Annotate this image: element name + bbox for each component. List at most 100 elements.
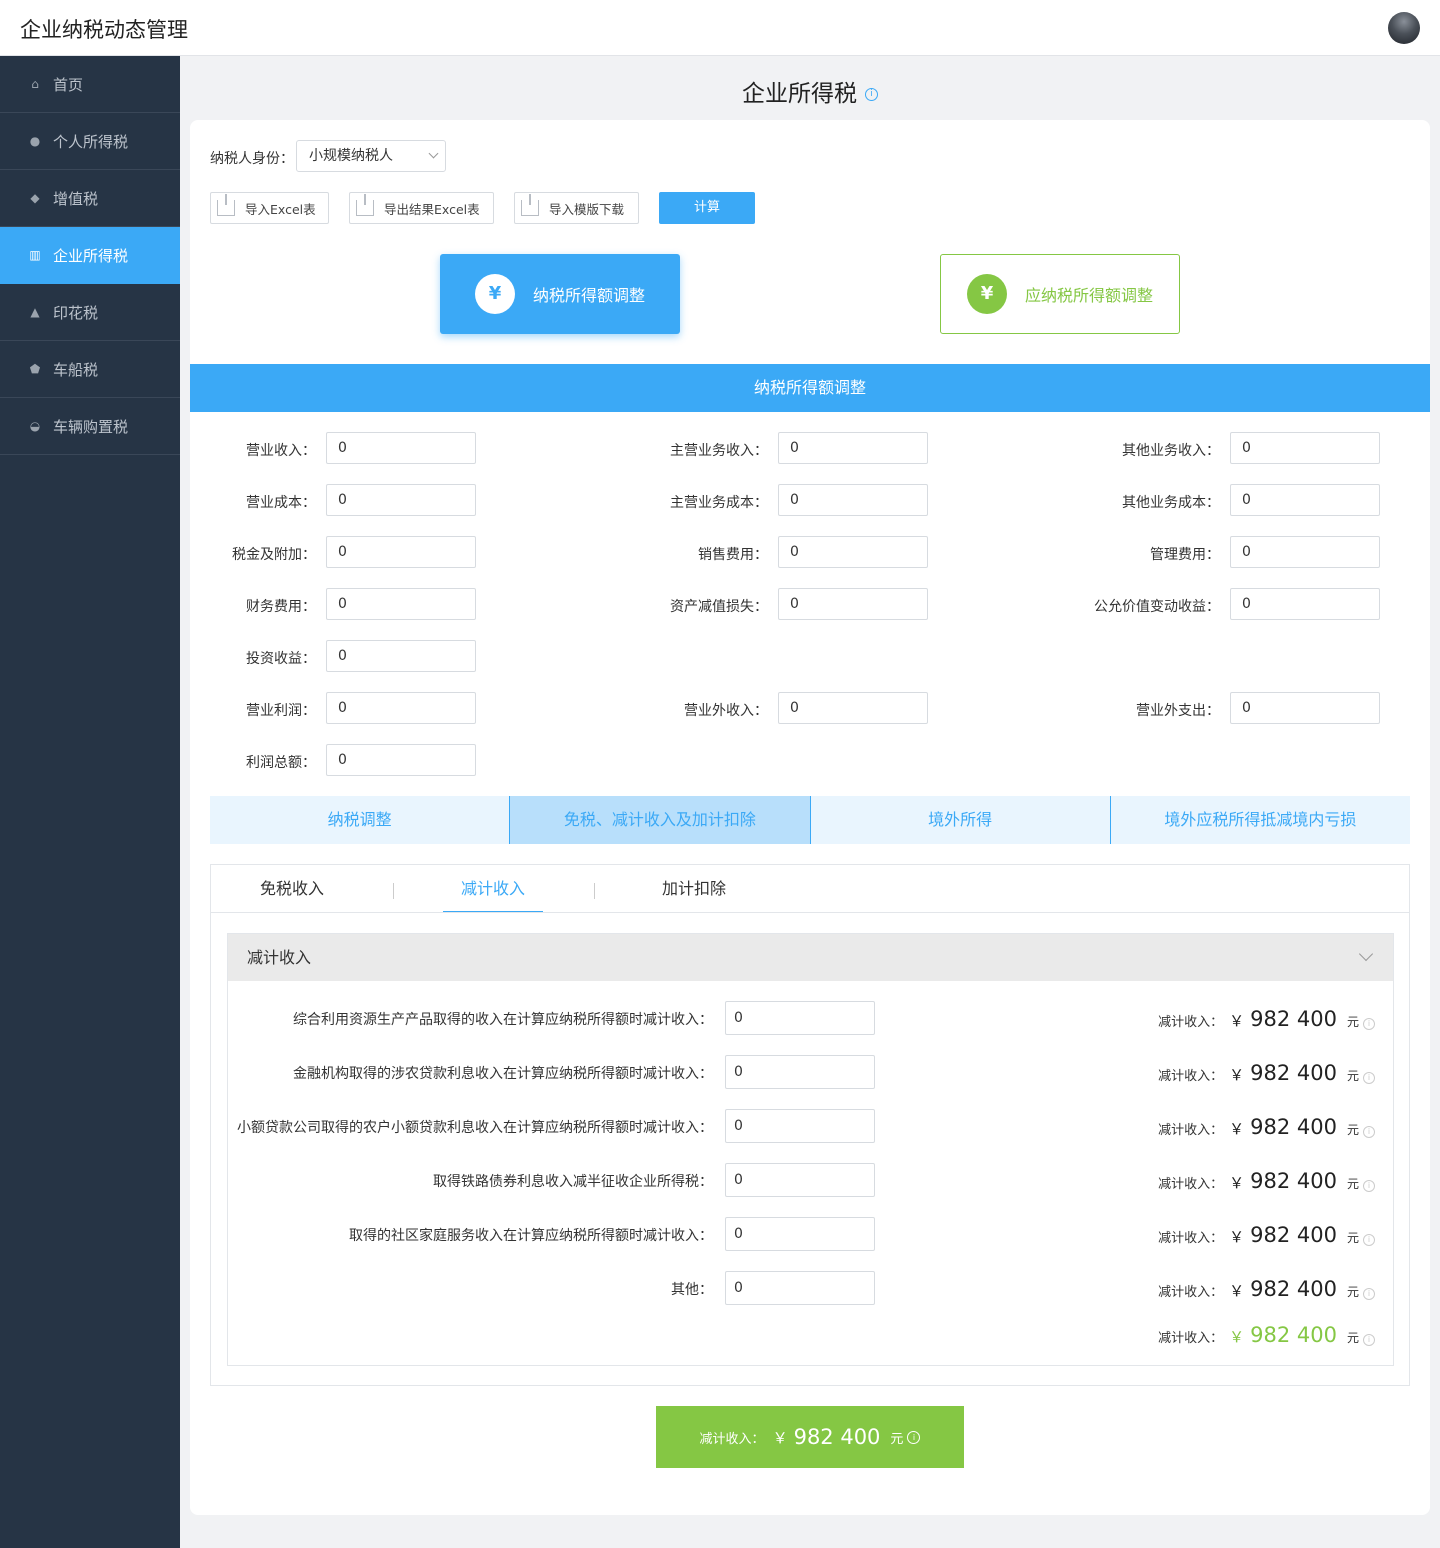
row-input[interactable]: 0 <box>725 1001 875 1035</box>
sidebar-item-label: 车辆购置税 <box>53 417 129 436</box>
info-icon[interactable]: i <box>1363 1180 1375 1192</box>
row-input[interactable]: 0 <box>725 1163 875 1197</box>
operating-cost-input[interactable]: 0 <box>326 484 476 516</box>
sidebar-item-personal-income-tax[interactable]: ● 个人所得税 <box>0 113 180 170</box>
section-header: 纳税所得额调整 <box>190 364 1430 412</box>
info-icon[interactable]: i <box>1363 1334 1375 1346</box>
result-amount: 982 400 <box>1250 1223 1337 1247</box>
non-operating-income-input[interactable]: 0 <box>778 692 928 724</box>
row-input[interactable]: 0 <box>725 1109 875 1143</box>
subtab-exempt-income[interactable]: 免税收入 <box>242 865 342 913</box>
row-input[interactable]: 0 <box>725 1217 875 1251</box>
tab-overseas-income[interactable]: 境外所得 <box>810 796 1111 844</box>
currency-symbol: ￥ <box>1229 1228 1245 1246</box>
row-result: 减计收入： ￥ 982 400 元 i <box>1158 1277 1375 1301</box>
reduction-panel: 免税收入 减计收入 加计扣除 减计收入 综合利用资源生产产品取得的收入在计算应纳… <box>210 864 1410 1386</box>
sidebar-item-label: 企业所得税 <box>53 246 129 265</box>
sidebar-item-label: 增值税 <box>53 189 99 208</box>
info-icon[interactable]: i <box>1363 1126 1375 1138</box>
car-icon: ◒ <box>29 419 41 433</box>
result-unit: 元 <box>1346 1015 1359 1029</box>
info-icon[interactable]: i <box>1363 1234 1375 1246</box>
reduced-income-header[interactable]: 减计收入 <box>228 934 1393 981</box>
operating-revenue-label: 营业收入： <box>246 443 316 459</box>
tab-tax-adjustment[interactable]: 纳税调整 <box>210 796 511 844</box>
info-icon[interactable]: i <box>1363 1288 1375 1300</box>
calculate-button[interactable]: 计算 <box>659 192 755 224</box>
reduced-income-title: 减计收入 <box>247 948 312 967</box>
other-business-revenue-input[interactable]: 0 <box>1230 432 1380 464</box>
operating-profit-input[interactable]: 0 <box>326 692 476 724</box>
chevron-down-icon <box>428 148 439 159</box>
selling-expenses-input[interactable]: 0 <box>778 536 928 568</box>
subtab-reduced-income[interactable]: 减计收入 <box>443 865 543 913</box>
finance-expenses-input[interactable]: 0 <box>326 588 476 620</box>
finance-expenses-label: 财务费用： <box>246 599 316 615</box>
summary-button[interactable]: 减计收入： ￥ 982 400 元 i <box>656 1406 964 1468</box>
taxes-surcharges-input[interactable]: 0 <box>326 536 476 568</box>
fair-value-change-input[interactable]: 0 <box>1230 588 1380 620</box>
main-business-revenue-input[interactable]: 0 <box>778 432 928 464</box>
tab-overseas-offset-loss[interactable]: 境外应税所得抵减境内亏损 <box>1110 796 1410 844</box>
tab-exempt-reduced-additional[interactable]: 免税、减计收入及加计扣除 <box>510 796 811 844</box>
row-label: 其他： <box>671 1282 713 1298</box>
payable-income-adjust-label: 应纳税所得额调整 <box>1024 286 1153 305</box>
operating-profit-label: 营业利润： <box>246 703 316 719</box>
subtab-divider <box>594 883 595 899</box>
sidebar-item-home[interactable]: ⌂ 首页 <box>0 56 180 113</box>
row-result: 减计收入： ￥ 982 400 元 i <box>1158 1115 1375 1139</box>
result-amount: 982 400 <box>1250 1169 1337 1193</box>
non-operating-income-label: 营业外收入： <box>684 703 768 719</box>
taxable-income-adjust-card[interactable]: ¥ 纳税所得额调整 <box>440 254 680 334</box>
main-business-revenue-label: 主营业务收入： <box>670 443 768 459</box>
currency-symbol: ￥ <box>1229 1120 1245 1138</box>
row-input[interactable]: 0 <box>725 1055 875 1089</box>
non-operating-expense-input[interactable]: 0 <box>1230 692 1380 724</box>
other-business-revenue-label: 其他业务收入： <box>1122 443 1220 459</box>
info-icon[interactable]: i <box>865 88 878 101</box>
investment-income-input[interactable]: 0 <box>326 640 476 672</box>
home-icon: ⌂ <box>31 77 39 91</box>
import-excel-label: 导入Excel表 <box>245 201 316 217</box>
sidebar-item-stamp-tax[interactable]: ▲ 印花税 <box>0 284 180 341</box>
export-excel-button[interactable]: 导出结果Excel表 <box>349 192 494 224</box>
admin-expenses-input[interactable]: 0 <box>1230 536 1380 568</box>
export-excel-label: 导出结果Excel表 <box>384 201 480 217</box>
main-business-cost-input[interactable]: 0 <box>778 484 928 516</box>
info-icon[interactable]: i <box>907 1430 921 1444</box>
result-label: 减计收入： <box>1158 1285 1224 1300</box>
info-icon[interactable]: i <box>1363 1018 1375 1030</box>
operating-revenue-input[interactable]: 0 <box>326 432 476 464</box>
sidebar: ⌂ 首页 ● 个人所得税 ◆ 增值税 ▥ 企业所得税 ▲ 印花税 ⬟ 车船税 ◒… <box>0 56 180 1548</box>
result-label: 减计收入： <box>1158 1231 1224 1246</box>
payable-income-adjust-card[interactable]: ¥ 应纳税所得额调整 <box>940 254 1180 334</box>
subtab-divider <box>393 883 394 899</box>
taxpayer-select-value: 小规模纳税人 <box>309 148 393 164</box>
row-label: 小额贷款公司取得的农户小额贷款利息收入在计算应纳税所得额时减计收入： <box>237 1120 713 1136</box>
summary-amount: 982 400 <box>793 1425 881 1449</box>
row-result: 减计收入： ￥ 982 400 元 i <box>1158 1007 1375 1031</box>
result-amount: 982 400 <box>1250 1061 1337 1085</box>
row-input[interactable]: 0 <box>725 1271 875 1305</box>
sidebar-item-vehicle-vessel-tax[interactable]: ⬟ 车船税 <box>0 341 180 398</box>
diamond-icon: ◆ <box>30 191 40 205</box>
total-profit-input[interactable]: 0 <box>326 744 476 776</box>
import-excel-button[interactable]: 导入Excel表 <box>210 192 329 224</box>
user-icon: ● <box>29 134 41 148</box>
other-business-cost-input[interactable]: 0 <box>1230 484 1380 516</box>
chevron-down-icon <box>1358 946 1374 962</box>
currency-symbol: ￥ <box>772 1428 788 1447</box>
row-label: 金融机构取得的涉农贷款利息收入在计算应纳税所得额时减计收入： <box>293 1066 713 1082</box>
asset-impairment-input[interactable]: 0 <box>778 588 928 620</box>
subtab-additional-deduction[interactable]: 加计扣除 <box>644 865 744 913</box>
sidebar-item-vat[interactable]: ◆ 增值税 <box>0 170 180 227</box>
user-avatar[interactable] <box>1388 12 1420 44</box>
download-template-button[interactable]: 导入模版下载 <box>514 192 639 224</box>
taxpayer-select[interactable]: 小规模纳税人 <box>296 140 446 172</box>
sidebar-item-corporate-income-tax[interactable]: ▥ 企业所得税 <box>0 227 180 284</box>
sidebar-item-label: 车船税 <box>53 360 99 379</box>
info-icon[interactable]: i <box>1363 1072 1375 1084</box>
other-business-cost-label: 其他业务成本： <box>1122 495 1220 511</box>
sidebar-item-label: 首页 <box>53 75 84 94</box>
result-unit: 元 <box>1346 1069 1359 1083</box>
